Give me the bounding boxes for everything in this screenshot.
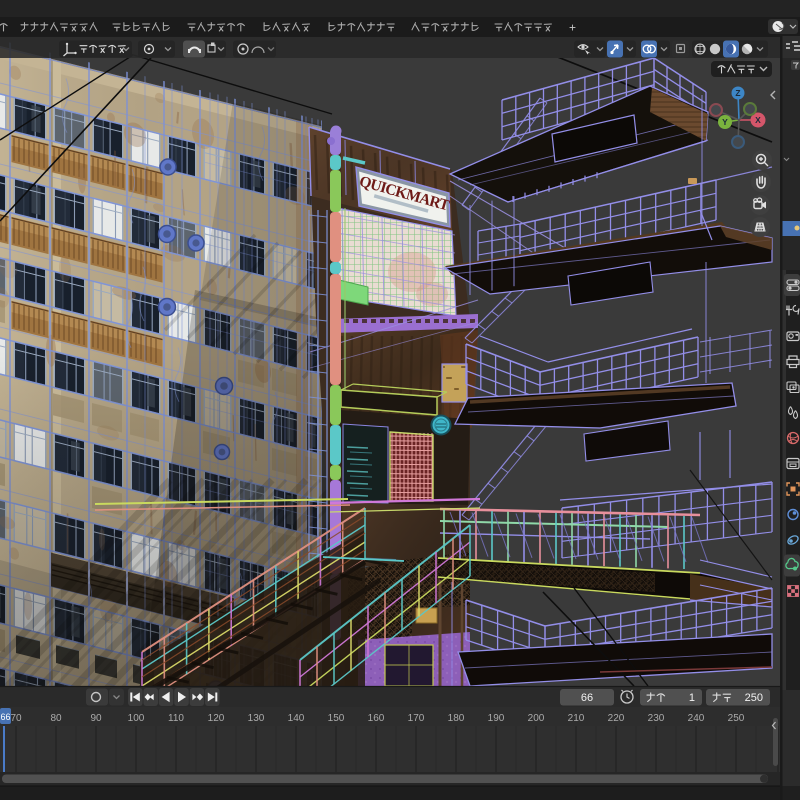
svg-text:170: 170 xyxy=(408,713,425,724)
svg-text:220: 220 xyxy=(608,713,625,724)
svg-text:1: 1 xyxy=(689,692,695,704)
svg-text:Y: Y xyxy=(722,117,728,127)
svg-text:Z: Z xyxy=(735,88,740,98)
svg-text:250: 250 xyxy=(745,692,763,704)
svg-text:250: 250 xyxy=(728,713,745,724)
svg-text:230: 230 xyxy=(648,713,665,724)
svg-text:180: 180 xyxy=(448,713,465,724)
svg-text:140: 140 xyxy=(288,713,305,724)
svg-text:160: 160 xyxy=(368,713,385,724)
svg-text:66: 66 xyxy=(581,692,593,704)
svg-text:120: 120 xyxy=(208,713,225,724)
svg-text:70: 70 xyxy=(10,713,22,724)
svg-text:100: 100 xyxy=(128,713,145,724)
svg-text:200: 200 xyxy=(528,713,545,724)
svg-text:66: 66 xyxy=(0,712,10,722)
svg-text:90: 90 xyxy=(90,713,102,724)
svg-text:240: 240 xyxy=(688,713,705,724)
svg-text:X: X xyxy=(755,115,761,125)
svg-text:150: 150 xyxy=(328,713,345,724)
svg-text:210: 210 xyxy=(568,713,585,724)
svg-text:80: 80 xyxy=(50,713,62,724)
svg-text:+: + xyxy=(569,21,576,35)
svg-text:130: 130 xyxy=(248,713,265,724)
svg-text:190: 190 xyxy=(488,713,505,724)
svg-text:110: 110 xyxy=(168,713,184,724)
